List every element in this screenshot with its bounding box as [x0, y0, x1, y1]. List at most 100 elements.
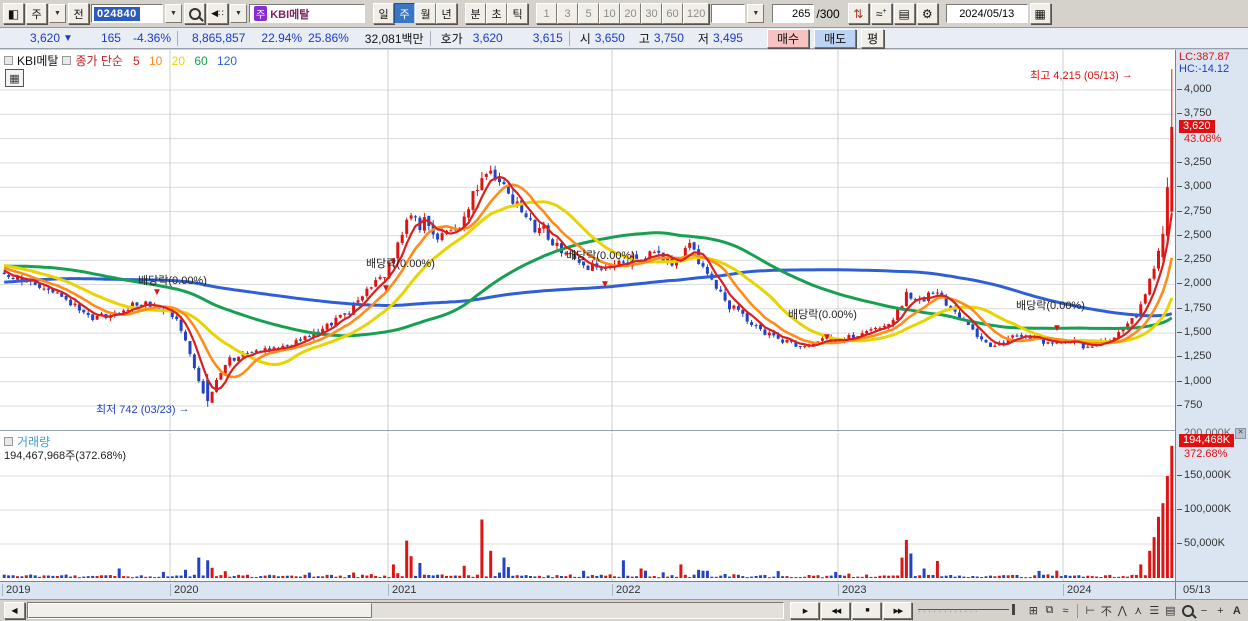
ex-dividend-arrow-icon: ▼ — [1052, 323, 1062, 334]
date-field[interactable]: 2024/05/13 — [945, 4, 1028, 23]
slider-handle[interactable] — [1012, 603, 1016, 615]
ask-price: 3,615 — [532, 31, 563, 45]
playback-button[interactable]: ◀◀ — [821, 602, 851, 619]
stock-code-input[interactable]: 024840 — [91, 4, 163, 23]
valley-tool-icon[interactable]: ⋏ — [1130, 603, 1146, 619]
free-line-icon[interactable]: ≈ — [1057, 603, 1073, 619]
text-tool-button[interactable]: A — [1230, 603, 1244, 619]
legend-title: 종가 단순 — [75, 54, 123, 68]
high-price: 3,750 — [653, 31, 684, 45]
compare-button[interactable]: ⇅ — [847, 3, 869, 24]
x-axis-year-label: 2023 — [838, 584, 866, 596]
draw-line-button[interactable]: ≈+ — [870, 3, 892, 24]
price-axis[interactable]: LC:387.87 HC:-14.12 4,000 3,750 3,250 3,000… — [1175, 50, 1248, 581]
grid-table-button[interactable]: ▦ — [5, 69, 24, 87]
price-volume-chart[interactable] — [0, 50, 1175, 581]
minute-button[interactable]: 120 — [683, 3, 710, 24]
empty-combo[interactable] — [711, 4, 746, 23]
tick-unit-button[interactable]: 초 — [486, 3, 507, 24]
price-tick-label: 1,250 — [1177, 350, 1212, 363]
hc-value: HC:-14.12 — [1179, 63, 1230, 75]
price-tick-label: 750 — [1176, 398, 1203, 411]
x-axis-year-label: 2021 — [388, 584, 416, 596]
period-button[interactable]: 일 — [373, 3, 394, 24]
search-button[interactable] — [184, 3, 205, 24]
minute-button[interactable]: 1 — [536, 3, 557, 24]
collapse-square-icon[interactable] — [4, 56, 13, 65]
settings-button[interactable]: ⚙ — [916, 3, 938, 24]
minute-button[interactable]: 10 — [599, 3, 620, 24]
scroll-left-button[interactable]: ◀ — [4, 602, 25, 619]
left-arrow-icon: ◀ — [11, 606, 18, 615]
gear-icon: ⚙ — [921, 6, 933, 21]
period-button[interactable]: 월 — [415, 3, 436, 24]
ex-dividend-annotation: 배당락(0.00%) — [138, 275, 207, 287]
bar-count-input[interactable]: 265 — [772, 4, 815, 23]
minute-button[interactable]: 60 — [662, 3, 683, 24]
ex-dividend-annotation: 배당락(0.00%) — [366, 258, 435, 270]
line-chart-icon: ≈+ — [875, 6, 887, 21]
peak-tool-icon[interactable]: ⋀ — [1114, 603, 1130, 619]
zoom-button[interactable] — [1180, 603, 1194, 619]
sell-button[interactable]: 매도 — [814, 28, 857, 48]
copy-chart-icon[interactable]: ⧉ — [1041, 603, 1057, 619]
price-tick-label: 2,750 — [1177, 204, 1212, 217]
fibonacci-icon[interactable]: ☰ — [1146, 603, 1162, 619]
magnifier-icon — [1181, 604, 1194, 617]
minute-button[interactable]: 30 — [641, 3, 662, 24]
period-buttons: 일주월년 — [373, 3, 457, 24]
symbol-field[interactable]: 주 KBI메탈 — [249, 4, 365, 23]
code-dropdown[interactable]: ▼ — [165, 4, 182, 23]
volume-tick-label: 50,000K — [1177, 537, 1225, 549]
chevron-down-icon: ▼ — [170, 10, 177, 17]
scrollbar-thumb[interactable] — [28, 603, 372, 618]
x-axis-year-label: 2022 — [612, 584, 640, 596]
low-price: 3,495 — [712, 31, 743, 45]
jeon-button[interactable]: 전 — [68, 3, 89, 24]
open-label: 시 — [579, 31, 591, 46]
bar-width-slider[interactable]: ˙˙˙˙˙˙˙˙˙˙˙˙ — [918, 603, 1019, 619]
playback-button[interactable]: ▶ — [790, 602, 820, 619]
price-tick-label: 2,500 — [1177, 228, 1212, 241]
cycle-dropdown[interactable]: ▼ — [49, 4, 66, 23]
zoom-in-button[interactable]: + — [1213, 603, 1227, 619]
capture-icon[interactable]: ▤ — [1162, 603, 1178, 619]
sound-dropdown[interactable]: ▼ — [230, 4, 247, 23]
pane-close-icon[interactable]: ✕ — [1235, 428, 1246, 439]
playback-button[interactable]: ▶▶ — [883, 602, 913, 619]
volume-tick-label: 100,000K — [1176, 503, 1232, 515]
cycle-button[interactable]: 주 — [26, 3, 47, 24]
period-button[interactable]: 주 — [394, 3, 415, 24]
ma-legend-item: 120 — [213, 53, 238, 68]
zoom-out-button[interactable]: − — [1197, 603, 1211, 619]
sound-button[interactable]: ◀∷ — [207, 3, 228, 24]
empty-combo-dropdown[interactable]: ▼ — [747, 4, 765, 23]
high-price-annotation: 최고 4,215 (05/13) → — [1030, 69, 1133, 82]
collapse-square-icon[interactable] — [4, 437, 13, 446]
x-axis-year-label: 2020 — [170, 584, 198, 596]
split-window-icon[interactable]: ⊞ — [1025, 603, 1041, 619]
ex-dividend-annotation: 배당락(0.00%) — [788, 309, 857, 321]
high-label: 고 — [638, 31, 650, 46]
tick-unit-button[interactable]: 분 — [465, 3, 486, 24]
period-button[interactable]: 년 — [436, 3, 457, 24]
chart-scrollbar[interactable] — [27, 602, 785, 619]
trend-line-icon[interactable]: ⊢ — [1082, 603, 1098, 619]
playback-button[interactable]: ■ — [852, 602, 882, 619]
calendar-button[interactable]: ▦ — [1029, 3, 1051, 24]
avg-button[interactable]: 평 — [861, 28, 885, 48]
panel-toggle-button[interactable]: ◧ — [3, 3, 24, 24]
ex-dividend-annotation: 배당락(0.00%) — [566, 250, 635, 262]
minute-button[interactable]: 20 — [620, 3, 641, 24]
resistance-line-icon[interactable]: 不 — [1098, 603, 1114, 619]
collapse-square-icon[interactable] — [62, 56, 72, 65]
minute-buttons: 1 3 5 10 20 30 60 120 — [536, 3, 710, 24]
save-button[interactable]: ▤ — [893, 3, 915, 24]
bar-count-total: /300 — [816, 6, 840, 21]
minute-button[interactable]: 5 — [578, 3, 599, 24]
buy-button[interactable]: 매수 — [766, 28, 810, 48]
chart-header: KBI메탈 종가 단순 5 10 20 60 120 — [4, 52, 237, 69]
tick-unit-button[interactable]: 틱 — [507, 3, 528, 24]
minute-button[interactable]: 3 — [557, 3, 578, 24]
x-axis-last-date: 05/13 — [1183, 584, 1211, 596]
